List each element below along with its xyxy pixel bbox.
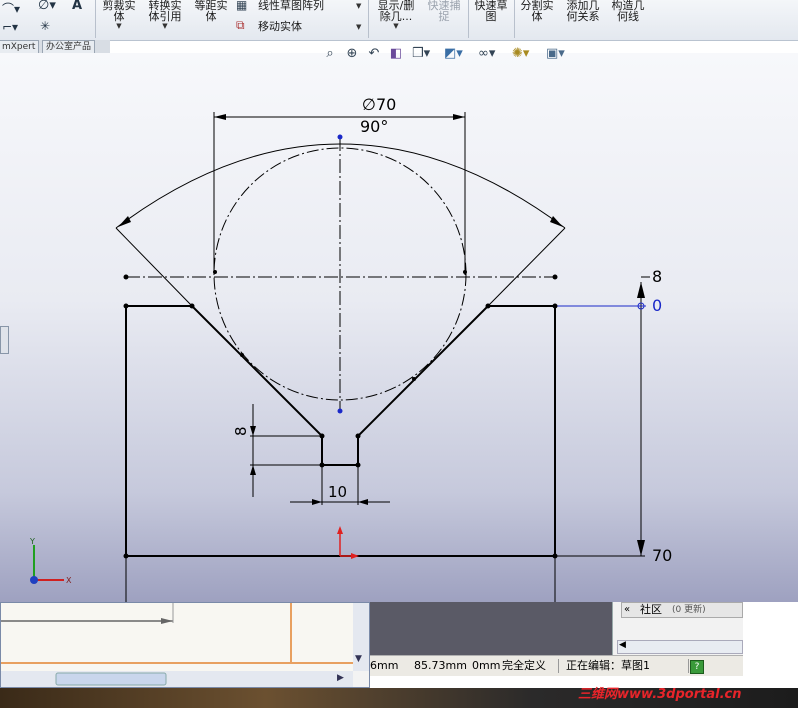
arrowhead (358, 499, 368, 505)
extension-line (115, 227, 193, 307)
arrowhead (637, 540, 645, 556)
editing-status: 正在编辑：草图1 (566, 659, 650, 672)
offset-entities-button[interactable]: 等距实 体 (190, 0, 232, 22)
extension-line (487, 227, 566, 307)
arrowhead (312, 499, 322, 505)
triad-y-label: Y (29, 537, 35, 546)
text-tool-icon[interactable]: A (72, 0, 82, 13)
ordinate-dimension-bottom[interactable]: 70 (652, 547, 672, 565)
status-y-coordinate: 85.73mm (414, 659, 467, 672)
circle-quadrant-point[interactable] (337, 408, 343, 414)
trim-label-2: 体 (113, 10, 125, 23)
command-ribbon: ⌒▾ ∅▾ A ⌐▾ ✳ 剪裁实 体 ▼ 转换实 体引用 ▼ 等距实 体 ▦ 线… (0, 0, 798, 41)
tab-office-products[interactable]: 办公室产品 (42, 40, 96, 54)
triad-x-label: X (66, 576, 72, 585)
ribbon-divider (514, 0, 515, 38)
status-divider (688, 659, 689, 673)
community-label: 社区 (640, 603, 662, 616)
add-relation-button[interactable]: 添加几 何关系 (562, 0, 604, 22)
community-header[interactable]: « 社区 (0 更新) (621, 602, 743, 618)
ribbon-divider (468, 0, 469, 38)
rapid-sketch-label-2: 图 (485, 10, 497, 23)
collapse-icon[interactable]: « (624, 603, 630, 617)
sketch-canvas: Y X (29, 112, 650, 602)
move-entities-icon: ⧉ (236, 18, 245, 32)
angle-dimension-text[interactable]: 90° (360, 118, 388, 136)
arrowhead (118, 216, 131, 227)
arrowhead (453, 114, 465, 120)
display-delete-relations-button[interactable]: 显示/删 除几... ▼ (372, 0, 420, 30)
move-entities-button[interactable]: 移动实体 (258, 21, 302, 32)
slot-width-dimension[interactable]: 10 (328, 484, 347, 501)
updates-label: (0 更新) (672, 605, 706, 615)
dropdown-arrow-icon[interactable]: ▼ (356, 23, 361, 31)
scroll-down-icon[interactable]: ▼ (355, 654, 362, 664)
dropdown-arrow-icon[interactable]: ▼ (356, 2, 361, 10)
taskpane-scrollbar[interactable] (617, 640, 743, 654)
sketch-status: 完全定义 (502, 659, 546, 672)
display-delete-label-2: 除几... (379, 10, 413, 23)
arc-tool-icon[interactable]: ⌒▾ (2, 0, 20, 17)
fillet-tool-icon[interactable]: ⌐▾ (2, 20, 18, 34)
blank-region (743, 602, 798, 688)
quick-snaps-button[interactable]: 快速捕 捉 (422, 0, 466, 22)
arrowhead (250, 426, 256, 436)
convert-label-2: 体引用 (148, 10, 182, 23)
diameter-dimension-text[interactable]: ∅70 (362, 96, 396, 114)
arrowhead (214, 114, 226, 120)
point-tool-icon[interactable]: ✳ (40, 19, 50, 33)
watermark: 三维网www.3dportal.cn (578, 687, 742, 702)
offset-label-2: 体 (205, 10, 217, 23)
add-relation-label-2: 何关系 (566, 10, 600, 23)
explorer-window: ▼ ▶ (0, 602, 370, 688)
dropdown-arrow-icon[interactable]: ▼ (98, 22, 140, 30)
linear-pattern-button[interactable]: 线性草图阵列 (258, 0, 324, 11)
construction-label-2: 何线 (617, 10, 639, 23)
arrowhead (250, 465, 256, 475)
linear-pattern-icon: ▦ (236, 0, 248, 12)
ordinate-dimension-top[interactable]: 8 (652, 268, 662, 286)
construction-geometry-button[interactable]: 构造几 何线 (606, 0, 650, 22)
task-pane: « 社区 (0 更新) ◀ (612, 602, 744, 655)
status-z-coordinate: 0mm (472, 659, 501, 672)
split-label-2: 体 (531, 10, 543, 23)
status-x-coordinate: 6mm (370, 659, 399, 672)
split-entities-button[interactable]: 分割实 体 (516, 0, 558, 22)
arrowhead (637, 282, 645, 298)
spline-tool-icon[interactable]: ∅▾ (38, 0, 56, 13)
ribbon-divider (368, 0, 369, 38)
origin-arrow (351, 553, 359, 559)
circle-quadrant-point[interactable] (337, 134, 343, 140)
dropdown-arrow-icon[interactable]: ▼ (372, 22, 420, 30)
trim-entities-button[interactable]: 剪裁实 体 ▼ (98, 0, 140, 30)
rapid-sketch-button[interactable]: 快速草 图 (470, 0, 512, 22)
ordinate-dimension-zero[interactable]: 0 (652, 297, 662, 315)
graphics-area-lower (370, 602, 612, 655)
help-icon[interactable]: ? (690, 660, 704, 674)
quick-snaps-label-2: 捉 (438, 10, 450, 23)
origin-arrow (337, 526, 343, 534)
triad-z-axis (30, 576, 38, 584)
ribbon-divider (95, 0, 96, 38)
slot-depth-dimension[interactable]: 8 (232, 426, 250, 436)
arrowhead (550, 216, 563, 227)
status-divider (558, 659, 559, 673)
dropdown-arrow-icon[interactable]: ▼ (144, 22, 186, 30)
scroll-right-icon[interactable]: ▶ (337, 673, 344, 683)
tab-mxpert[interactable]: mXpert (0, 40, 40, 54)
scroll-left-icon[interactable]: ◀ (619, 640, 626, 650)
convert-entities-button[interactable]: 转换实 体引用 ▼ (144, 0, 186, 30)
explorer-preview (1, 603, 369, 687)
status-bar: 6mm 85.73mm 0mm 完全定义 正在编辑：草图1 ? (370, 655, 743, 676)
